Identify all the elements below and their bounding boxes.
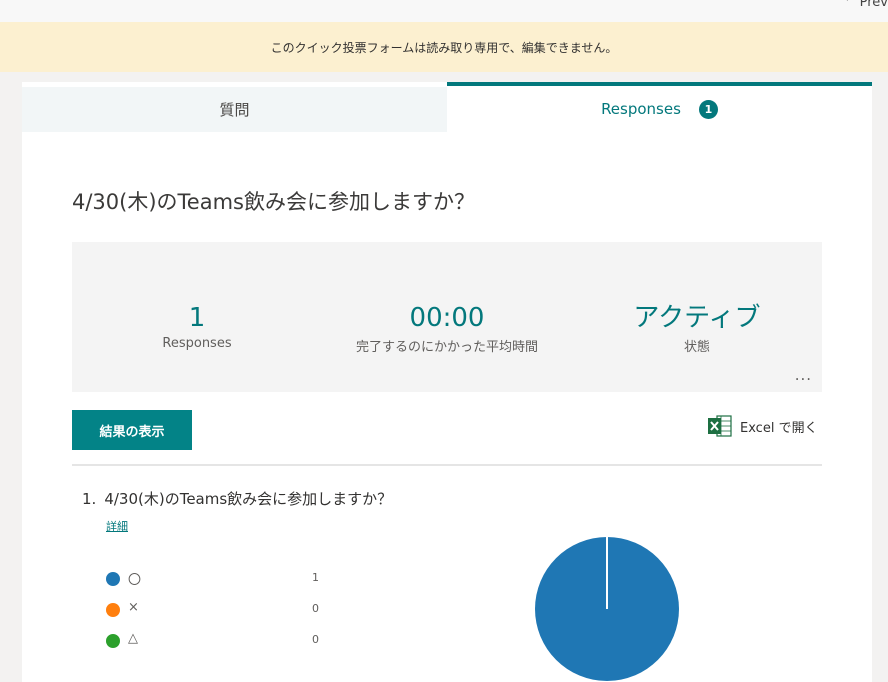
- divider: [72, 464, 822, 466]
- preview-control[interactable]: ˇ Prev: [845, 0, 888, 10]
- legend-label: 〇: [128, 573, 142, 588]
- responses-value: 1: [188, 303, 206, 333]
- legend-label: △: [128, 631, 138, 646]
- question-title: 1. 4/30(木)のTeams飲み会に参加しますか？: [82, 488, 392, 509]
- legend-count: 1: [312, 571, 319, 584]
- legend-label: ×: [128, 600, 139, 615]
- stat-avg-time: 00:00 完了するのにかかった平均時間: [322, 300, 572, 355]
- responses-label: Responses: [162, 336, 232, 351]
- stat-responses: 1 Responses: [72, 300, 322, 351]
- summary-box: 1 Responses 00:00 完了するのにかかった平均時間 アクティブ 状…: [72, 242, 822, 392]
- chevron-icon: ˇ: [845, 0, 850, 9]
- legend-count: 0: [312, 633, 319, 646]
- legend-count: 0: [312, 602, 319, 615]
- more-options-icon[interactable]: ...: [795, 366, 812, 384]
- tab-questions-label: 質問: [219, 101, 250, 119]
- form-title: 4/30(木)のTeams飲み会に参加しますか？: [72, 190, 475, 214]
- banner-text: このクイック投票フォームは読み取り専用で、編集できません。: [270, 40, 618, 55]
- chart-legend: 〇 1 × 0 △ 0: [106, 568, 366, 661]
- details-link[interactable]: 詳細: [106, 518, 128, 534]
- question-number: 1.: [82, 490, 97, 508]
- legend-color-dot: [106, 572, 120, 586]
- open-in-excel-button[interactable]: Excel で開く: [708, 415, 818, 437]
- avg-time-value: 00:00: [409, 303, 485, 333]
- status-value: アクティブ: [633, 303, 761, 333]
- preview-label: Prev: [859, 0, 888, 10]
- legend-color-dot: [106, 603, 120, 617]
- legend-item: 〇 1: [106, 568, 366, 599]
- question-text: 4/30(木)のTeams飲み会に参加しますか？: [104, 490, 393, 508]
- pie-chart[interactable]: [534, 536, 680, 682]
- form-panel: 質問 Responses 1 4/30(木)のTeams飲み会に参加しますか？ …: [22, 82, 872, 682]
- tab-responses[interactable]: Responses 1: [447, 82, 872, 132]
- view-results-button[interactable]: 結果の表示: [72, 410, 192, 450]
- tab-questions[interactable]: 質問: [22, 87, 447, 132]
- open-excel-label: Excel で開く: [740, 420, 818, 436]
- stat-status: アクティブ 状態: [572, 300, 822, 355]
- readonly-banner: このクイック投票フォームは読み取り専用で、編集できません。: [0, 22, 888, 72]
- tab-responses-label: Responses: [601, 100, 681, 118]
- top-toolbar: ˇ Prev: [0, 0, 888, 22]
- excel-icon: [708, 415, 732, 437]
- responses-count-badge: 1: [698, 99, 718, 119]
- avg-time-label: 完了するのにかかった平均時間: [355, 340, 538, 355]
- legend-item: △ 0: [106, 630, 366, 661]
- legend-color-dot: [106, 634, 120, 648]
- status-label: 状態: [683, 340, 710, 355]
- legend-item: × 0: [106, 599, 366, 630]
